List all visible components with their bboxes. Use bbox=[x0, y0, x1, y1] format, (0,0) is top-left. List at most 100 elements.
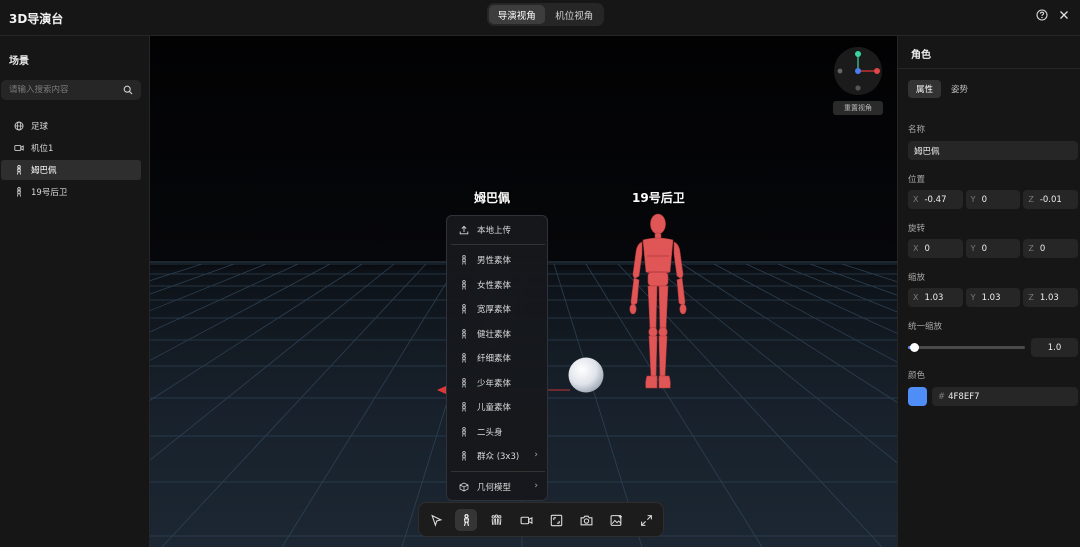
uniform-scale-input[interactable]: 1.0 bbox=[1031, 338, 1078, 357]
mannequin-model[interactable] bbox=[620, 212, 696, 394]
rotation-x-field[interactable]: X0 bbox=[908, 239, 963, 258]
menu-item-male-body[interactable]: 男性素体 bbox=[451, 251, 545, 269]
position-y-value: 0 bbox=[981, 194, 987, 205]
tab-pose[interactable]: 姿势 bbox=[943, 80, 976, 98]
menu-item-broad-body[interactable]: 宽厚素体 bbox=[451, 300, 545, 318]
color-swatch[interactable] bbox=[908, 387, 927, 406]
axis-gizmo-icon bbox=[837, 51, 880, 91]
menu-item-label: 群众 (3x3) bbox=[477, 452, 520, 462]
menu-item-local-upload[interactable]: 本地上传 bbox=[451, 221, 545, 239]
tab-camera-view[interactable]: 机位视角 bbox=[547, 5, 603, 24]
scene-item-football[interactable]: 足球 bbox=[1, 116, 141, 136]
tab-attributes[interactable]: 属性 bbox=[908, 80, 941, 98]
menu-item-label: 儿童素体 bbox=[477, 403, 512, 413]
person-icon bbox=[16, 187, 22, 197]
menu-item-chibi[interactable]: 二头身 bbox=[451, 423, 545, 441]
menu-divider bbox=[451, 471, 545, 472]
rotation-label: 旋转 bbox=[908, 224, 926, 234]
photo-camera-icon bbox=[580, 515, 592, 525]
add-character-tool[interactable] bbox=[455, 509, 477, 531]
menu-item-label: 纤细素体 bbox=[477, 354, 512, 364]
axis-label: X bbox=[913, 244, 919, 253]
navigation-gizmo[interactable] bbox=[834, 47, 882, 95]
football-model[interactable] bbox=[567, 356, 605, 394]
slider-thumb[interactable] bbox=[910, 343, 919, 352]
select-tool[interactable] bbox=[425, 509, 447, 531]
frame-tool[interactable] bbox=[545, 509, 567, 531]
search-icon[interactable] bbox=[123, 85, 133, 95]
video-camera-icon bbox=[520, 516, 532, 524]
position-z-field[interactable]: Z -0.01 bbox=[1023, 190, 1079, 209]
axis-label: Z bbox=[1028, 195, 1034, 204]
x-axis-arrow bbox=[437, 386, 446, 394]
position-x-field[interactable]: X -0.47 bbox=[908, 190, 963, 209]
person-icon bbox=[462, 329, 466, 339]
menu-item-geometry[interactable]: 几何模型 › bbox=[451, 478, 545, 496]
position-z-value: -0.01 bbox=[1039, 194, 1062, 205]
menu-item-child-body[interactable]: 儿童素体 bbox=[451, 398, 545, 416]
person-icon bbox=[462, 255, 466, 265]
axis-label: Y bbox=[970, 195, 976, 204]
rotation-y-field[interactable]: Y0 bbox=[965, 239, 1021, 258]
scale-x-field[interactable]: X 1.03 bbox=[908, 288, 963, 307]
scale-y-value: 1.03 bbox=[981, 292, 1001, 303]
menu-item-teen-body[interactable]: 少年素体 bbox=[451, 374, 545, 392]
scale-fields: X 1.03 Y 1.03 Z 1.03 bbox=[908, 288, 1079, 307]
properties-panel-title: 角色 bbox=[911, 50, 931, 61]
name-field[interactable]: 姆巴佩 bbox=[908, 141, 1078, 160]
menu-item-label: 宽厚素体 bbox=[477, 305, 512, 315]
person-icon bbox=[462, 353, 466, 363]
color-hex-field[interactable]: # 4F8EF7 bbox=[932, 387, 1078, 406]
fullscreen-tool[interactable] bbox=[635, 509, 657, 531]
menu-item-athletic-body[interactable]: 健壮素体 bbox=[451, 325, 545, 343]
chevron-right-icon: › bbox=[534, 481, 538, 491]
search-input[interactable] bbox=[9, 85, 123, 95]
group-icon bbox=[491, 513, 501, 525]
menu-item-label: 本地上传 bbox=[477, 226, 512, 236]
menu-item-label: 男性素体 bbox=[477, 256, 512, 266]
slider-track bbox=[908, 346, 1025, 349]
menu-item-label: 二头身 bbox=[477, 428, 503, 438]
person-icon bbox=[462, 402, 466, 412]
properties-panel: 角色 属性 姿势 名称 姆巴佩 位置 X -0.47 Y0 Z -0.01 旋转 X… bbox=[897, 36, 1080, 547]
help-icon[interactable] bbox=[1035, 8, 1049, 22]
add-camera-tool[interactable] bbox=[515, 509, 537, 531]
3d-viewport[interactable]: 姆巴佩 19号后卫 重置视角 本地上传 男性素体 女性素体 宽厚素体 健壮素体 … bbox=[150, 36, 897, 547]
add-image-tool[interactable] bbox=[605, 509, 627, 531]
axis-label: Y bbox=[970, 244, 976, 253]
scale-y-field[interactable]: Y 1.03 bbox=[965, 288, 1021, 307]
globe-icon bbox=[14, 121, 24, 131]
tab-director-view[interactable]: 导演视角 bbox=[489, 5, 545, 24]
menu-item-female-body[interactable]: 女性素体 bbox=[451, 276, 545, 294]
position-label: 位置 bbox=[908, 175, 926, 185]
axis-label: Z bbox=[1028, 244, 1034, 253]
add-crowd-tool[interactable] bbox=[485, 509, 507, 531]
menu-item-crowd[interactable]: 群众 (3x3) › bbox=[451, 447, 545, 465]
frame-icon bbox=[550, 514, 562, 526]
rotation-y-value: 0 bbox=[981, 243, 987, 254]
rotation-z-field[interactable]: Z0 bbox=[1023, 239, 1079, 258]
add-object-menu: 本地上传 男性素体 女性素体 宽厚素体 健壮素体 纤细素体 少年素体 儿童素体 … bbox=[446, 215, 548, 501]
cube-icon bbox=[459, 482, 469, 492]
reset-view-button[interactable]: 重置视角 bbox=[833, 101, 883, 115]
person-icon bbox=[462, 427, 466, 437]
camera-icon bbox=[14, 145, 24, 151]
uniform-scale-slider[interactable] bbox=[908, 343, 1025, 352]
menu-divider bbox=[451, 244, 545, 245]
menu-item-label: 女性素体 bbox=[477, 281, 512, 291]
person-icon bbox=[463, 513, 469, 526]
name-label: 名称 bbox=[908, 125, 926, 135]
scene-item-camera1[interactable]: 机位1 bbox=[1, 138, 141, 158]
scene-item-defender19[interactable]: 19号后卫 bbox=[1, 182, 141, 202]
character-label-mbappe: 姆巴佩 bbox=[474, 191, 511, 205]
color-label: 颜色 bbox=[908, 371, 926, 381]
close-icon[interactable] bbox=[1057, 8, 1071, 22]
menu-item-slim-body[interactable]: 纤细素体 bbox=[451, 349, 545, 367]
scene-item-mbappe[interactable]: 姆巴佩 bbox=[1, 160, 141, 180]
scale-z-field[interactable]: Z 1.03 bbox=[1023, 288, 1079, 307]
position-y-field[interactable]: Y0 bbox=[965, 190, 1021, 209]
scene-item-label: 19号后卫 bbox=[31, 188, 68, 198]
image-add-icon bbox=[610, 514, 622, 526]
screenshot-tool[interactable] bbox=[575, 509, 597, 531]
axis-label: X bbox=[913, 293, 919, 302]
